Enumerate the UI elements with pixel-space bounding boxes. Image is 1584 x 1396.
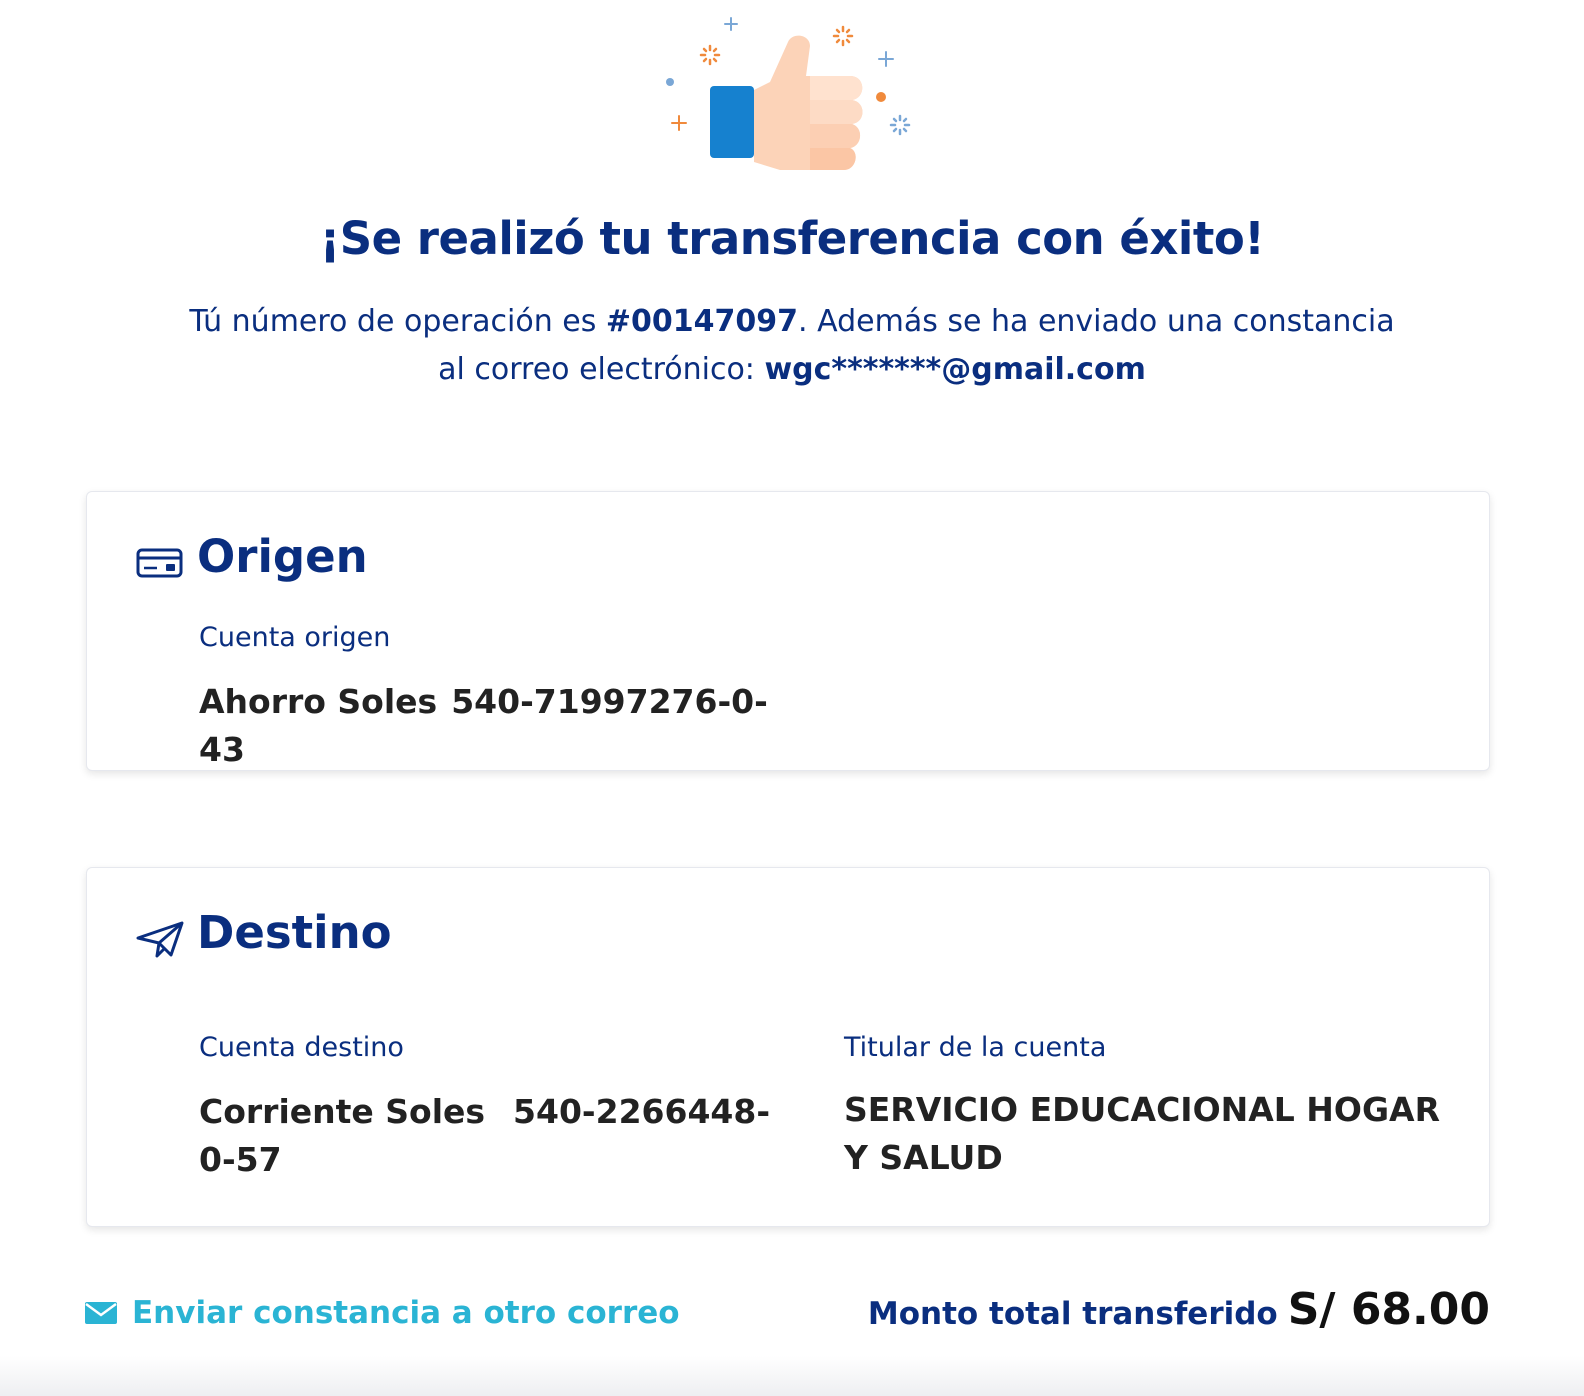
- destination-card: Destino Cuenta destino Corriente Soles 54…: [86, 867, 1490, 1227]
- total-label: Monto total transferido: [867, 1296, 1278, 1332]
- origin-account-type: Ahorro Soles: [199, 682, 438, 721]
- transfer-success-page: ¡Se realizó tu transferencia con éxito! …: [0, 0, 1584, 1396]
- holder-name: SERVICIO EDUCACIONAL HOGAR Y SALUD: [844, 1090, 1440, 1177]
- total-amount: S/ 68.00: [1287, 1284, 1490, 1335]
- card-icon: [136, 548, 183, 578]
- destination-account-value: Corriente Soles 540-2266448-0-57: [199, 1088, 789, 1184]
- operation-number: #00147097: [605, 304, 799, 339]
- holder-label: Titular de la cuenta: [844, 1032, 1107, 1063]
- operation-message: Tú número de operación es #00147097. Ade…: [180, 298, 1404, 394]
- bottom-shadow: [0, 1356, 1584, 1396]
- paper-plane-icon: [136, 921, 184, 958]
- destination-account-label: Cuenta destino: [199, 1032, 404, 1063]
- total-transferred: Monto total transferido S/ 68.00: [868, 1284, 1490, 1335]
- send-receipt-label[interactable]: Enviar constancia a otro correo: [132, 1295, 680, 1331]
- send-receipt-link[interactable]: Enviar constancia a otro correo: [84, 1290, 680, 1336]
- masked-email: wgc*******@gmail.com: [764, 352, 1146, 387]
- destination-title: Destino: [197, 906, 392, 959]
- origin-account-value: Ahorro Soles 540-71997276-0-43: [199, 678, 799, 774]
- origin-card: Origen Cuenta origen Ahorro Soles 540-719…: [86, 491, 1490, 771]
- thumbs-up-icon: [666, 17, 911, 170]
- message-prefix: Tú número de operación es: [189, 304, 606, 339]
- destination-account-type: Corriente Soles: [199, 1092, 486, 1131]
- page-title: ¡Se realizó tu transferencia con éxito!: [319, 212, 1265, 265]
- origin-account-label: Cuenta origen: [199, 622, 391, 653]
- mail-icon: [85, 1302, 117, 1324]
- origin-title: Origen: [197, 530, 368, 583]
